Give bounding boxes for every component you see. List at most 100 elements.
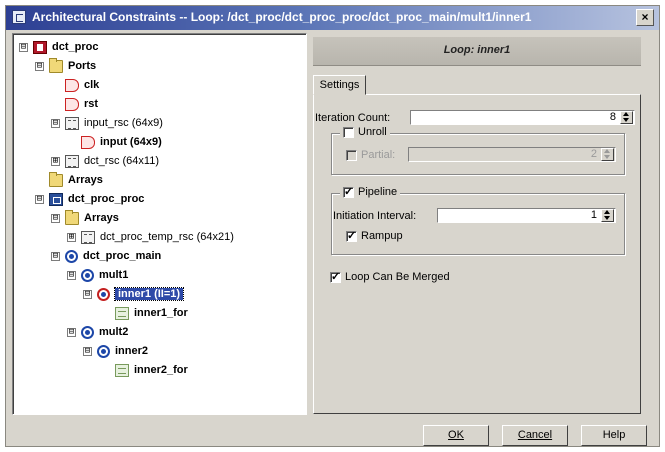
tree-node-mult1[interactable]: ⊟ mult1 [67,266,128,284]
tree-node-label: inner2_for [134,364,188,376]
tree-node-label: Arrays [68,174,103,186]
collapse-icon[interactable]: ⊟ [51,251,60,261]
collapse-icon[interactable]: ⊟ [35,194,44,204]
tree-node-inner1-for[interactable]: inner1_for [115,304,188,322]
rampup-checkbox[interactable]: ✓ [346,230,357,242]
port-icon [81,135,95,149]
pipeline-group [331,193,625,255]
loop-icon [81,325,94,339]
iteration-count-label: Iteration Count: [315,112,391,124]
pipeline-checkbox[interactable]: ✓ [343,186,354,198]
tree-node-arrays[interactable]: Arrays [49,171,103,189]
cancel-button[interactable]: Cancel [502,425,568,446]
ok-button[interactable]: OK [423,425,489,446]
tree-node-label: inner1 (II=1) [113,287,185,301]
collapse-icon[interactable]: ⊟ [83,289,92,299]
loop-icon [97,287,110,301]
resource-icon [65,116,79,130]
partial-field[interactable]: 2 [408,147,616,162]
tree-node-label: rst [84,98,99,110]
tree-node-dct-proc-proc[interactable]: ⊟ dct_proc_proc [35,190,144,208]
tree-node-rst[interactable]: rst [65,95,98,113]
loop-can-be-merged-checkbox[interactable]: ✓ [330,271,341,283]
rampup-row[interactable]: ✓ Rampup [346,230,403,242]
iteration-count-spinner-icon[interactable] [620,111,633,124]
tree-node-label: inner1_for [134,307,188,319]
tree-node-label: dct_rsc (64x11) [84,155,159,167]
tree-node-label: input_rsc (64x9) [84,117,163,129]
tree-node-inner1[interactable]: ⊟ inner1 (II=1) [83,285,185,303]
loop-can-be-merged-label: Loop Can Be Merged [345,271,450,283]
help-button[interactable]: Help [581,425,647,446]
tree-node-label: dct_proc_main [83,250,162,262]
project-icon [33,40,47,54]
pipeline-label: Pipeline [358,186,398,198]
tree-node-label: dct_proc [52,41,99,53]
collapse-icon[interactable]: ⊟ [67,270,76,280]
tab-settings[interactable]: Settings [313,75,366,95]
collapse-icon[interactable]: ⊟ [67,327,76,337]
tree-node-label: dct_proc_temp_rsc (64x21) [100,231,234,243]
tree-node-label: inner2 [115,345,149,357]
loop-icon [81,268,94,282]
partial-checkbox[interactable] [346,149,357,161]
collapse-icon[interactable]: ⊟ [19,42,28,52]
pipeline-legend[interactable]: ✓ Pipeline [340,186,401,198]
tree-node-dct-proc[interactable]: ⊟ dct_proc [19,38,98,56]
iteration-count-field[interactable]: 8 [410,110,635,125]
tree-node-clk[interactable]: clk [65,76,99,94]
tree-node-label: Ports [68,60,97,72]
tree-node-label: dct_proc_proc [68,193,145,205]
loop-header-title: Loop: inner1 [443,44,511,56]
collapse-icon[interactable]: ⊟ [35,61,44,71]
title-bar[interactable]: Architectural Constraints -- Loop: /dct_… [6,6,659,30]
collapse-icon[interactable]: ⊟ [51,213,60,223]
tree-node-label: input (64x9) [100,136,162,148]
expand-icon[interactable]: ⊞ [51,156,60,166]
loop-icon [97,344,110,358]
unroll-legend[interactable]: Unroll [340,126,390,138]
design-tree[interactable]: ⊟ dct_proc ⊟ Ports clk rst ⊟ input_rsc (… [12,33,307,415]
expand-icon[interactable]: ⊞ [67,232,76,242]
tree-node-dct-rsc[interactable]: ⊞ dct_rsc (64x11) [51,152,159,170]
folder-icon [49,171,63,187]
tree-node-ports[interactable]: ⊟ Ports [35,57,96,75]
resource-icon [81,230,95,244]
tree-node-mult2[interactable]: ⊟ mult2 [67,323,128,341]
resource-icon [65,154,79,168]
partial-spinner-icon[interactable] [601,148,614,161]
app-icon [12,10,26,24]
tree-node-label: mult1 [99,269,129,281]
rampup-label: Rampup [361,230,403,242]
folder-icon [49,57,63,73]
unroll-label: Unroll [358,126,387,138]
folder-icon [65,209,79,225]
tree-node-input[interactable]: input (64x9) [81,133,162,151]
initiation-interval-field[interactable]: 1 [437,208,616,223]
tree-node-label: Arrays [84,212,119,224]
process-icon [49,192,63,206]
tree-node-label: clk [84,79,100,91]
initiation-interval-spinner-icon[interactable] [601,209,614,222]
loop-body-icon [115,306,129,320]
cancel-button-label: Cancel [517,429,553,441]
loop-can-be-merged-row[interactable]: ✓ Loop Can Be Merged [330,271,450,283]
partial-row: Partial: [346,149,395,161]
partial-label: Partial: [361,149,396,161]
tree-node-inner2-for[interactable]: inner2_for [115,361,188,379]
tree-node-label: mult2 [99,326,129,338]
close-button[interactable]: × [636,9,654,26]
tree-node-input-rsc[interactable]: ⊟ input_rsc (64x9) [51,114,163,132]
collapse-icon[interactable]: ⊟ [83,346,92,356]
window-title: Architectural Constraints -- Loop: /dct_… [32,10,532,24]
loop-body-icon [115,363,129,377]
tree-node-dct-proc-main[interactable]: ⊟ dct_proc_main [51,247,161,265]
port-icon [65,97,79,111]
tree-node-dct-proc-temp-rsc[interactable]: ⊞ dct_proc_temp_rsc (64x21) [67,228,234,246]
tree-node-inner2[interactable]: ⊟ inner2 [83,342,148,360]
collapse-icon[interactable]: ⊟ [51,118,60,128]
loop-icon [65,249,78,263]
tree-node-arrays-2[interactable]: ⊟ Arrays [51,209,119,227]
loop-header: Loop: inner1 [313,37,641,66]
unroll-checkbox[interactable] [343,126,354,138]
